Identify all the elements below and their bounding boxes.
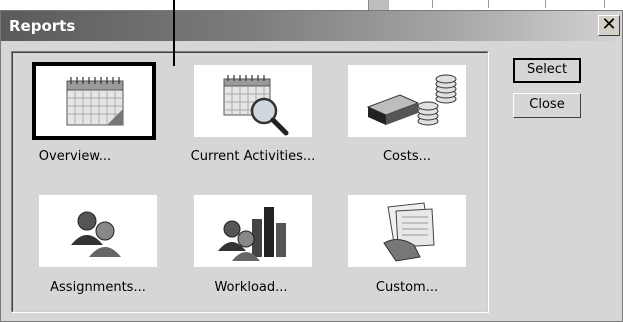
dialog-titlebar[interactable]: Reports ✕ (1, 11, 622, 41)
current-activities-report-tile[interactable] (194, 65, 312, 137)
reports-dialog: Reports ✕ Overview... Current Activities… (0, 10, 623, 322)
money-stacks-icon (366, 74, 457, 126)
costs-report-label[interactable]: Costs... (337, 149, 477, 164)
overview-report-tile[interactable] (32, 62, 156, 140)
costs-report-tile[interactable] (348, 65, 466, 137)
custom-report-label[interactable]: Custom... (337, 280, 477, 295)
background-grid-line (545, 0, 546, 8)
background-grid-line (432, 0, 433, 8)
annotation-pointer-line (173, 0, 175, 66)
assignments-report-tile[interactable] (39, 195, 157, 267)
select-button[interactable]: Select (513, 58, 581, 83)
background-grid-line (604, 0, 605, 8)
background-grid-line (488, 0, 489, 8)
calendar-overview-icon (66, 77, 124, 126)
current-activities-report-label[interactable]: Current Activities... (183, 149, 323, 164)
assignments-report-label[interactable]: Assignments... (28, 280, 168, 295)
close-icon[interactable]: ✕ (598, 15, 620, 36)
close-button[interactable]: Close (513, 93, 581, 118)
hand-documents-icon (383, 202, 435, 262)
overview-report-label[interactable]: Overview... (5, 149, 145, 164)
people-bar-chart-icon (218, 207, 286, 261)
workload-report-tile[interactable] (194, 195, 312, 267)
reports-panel-inner: Overview... Current Activities... Costs.… (12, 52, 488, 312)
workload-report-label[interactable]: Workload... (181, 280, 321, 295)
reports-panel: Overview... Current Activities... Costs.… (11, 51, 489, 313)
calendar-magnifier-icon (223, 75, 289, 136)
custom-report-tile[interactable] (348, 195, 466, 267)
dialog-title: Reports (9, 17, 76, 35)
people-icon (71, 211, 121, 257)
